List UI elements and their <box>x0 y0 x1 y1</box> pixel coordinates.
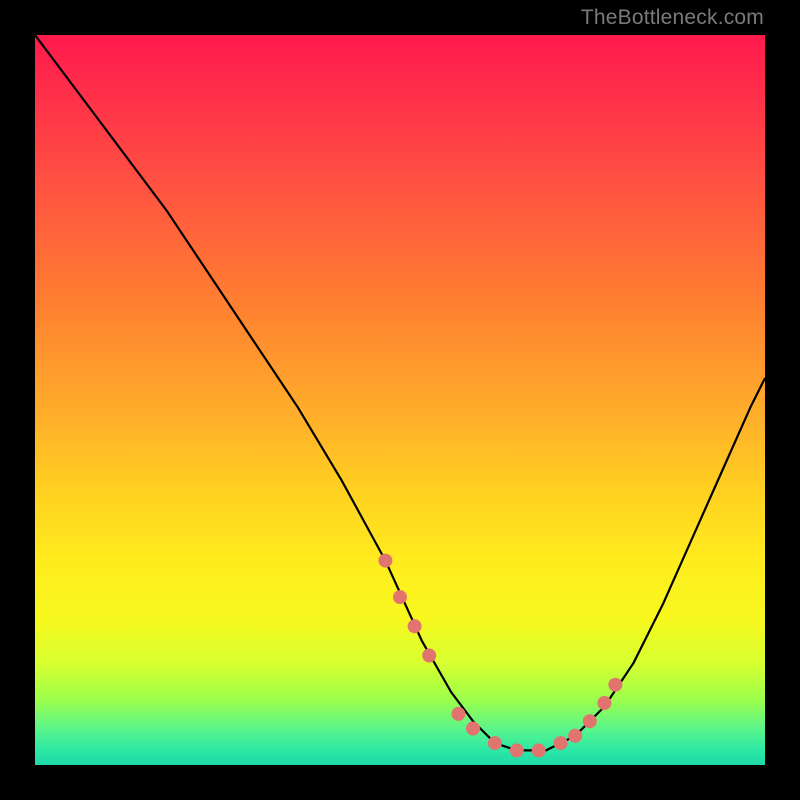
highlight-dot <box>393 590 407 604</box>
highlight-dot <box>532 743 546 757</box>
watermark-text: TheBottleneck.com <box>581 6 764 30</box>
chart-overlay <box>35 35 765 765</box>
highlight-dot <box>378 554 392 568</box>
highlight-dot <box>408 619 422 633</box>
highlight-dot <box>488 736 502 750</box>
highlight-dot <box>466 722 480 736</box>
highlight-dot <box>568 729 582 743</box>
highlight-dot <box>597 696 611 710</box>
bottleneck-curve <box>35 35 765 750</box>
highlight-dot <box>422 649 436 663</box>
highlight-dots-group <box>378 554 622 758</box>
highlight-dot <box>510 743 524 757</box>
highlight-dot <box>583 714 597 728</box>
chart-frame: TheBottleneck.com <box>0 0 800 800</box>
highlight-dot <box>608 678 622 692</box>
highlight-dot <box>451 707 465 721</box>
highlight-dot <box>554 736 568 750</box>
